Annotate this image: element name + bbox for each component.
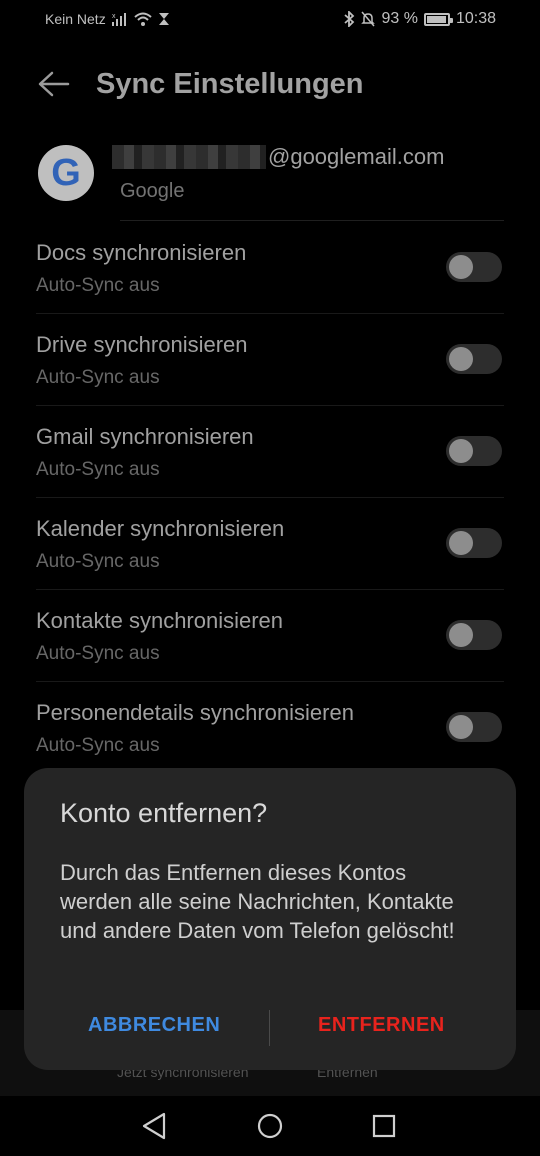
dialog-message: Durch das Entfernen dieses Kontos werden…: [60, 860, 455, 943]
dialog-title: Konto entfernen?: [60, 798, 268, 828]
square-recents-icon: [372, 1114, 396, 1138]
circle-home-icon: [257, 1113, 283, 1139]
triangle-back-icon: [142, 1112, 166, 1140]
nav-home-button[interactable]: [250, 1108, 290, 1144]
navigation-bar: [0, 1096, 540, 1156]
button-divider: [269, 1010, 270, 1046]
confirm-remove-button[interactable]: ENTFERNEN: [318, 1014, 445, 1037]
nav-recents-button[interactable]: [364, 1108, 404, 1144]
remove-account-dialog: Konto entfernen? Durch das Entfernen die…: [24, 768, 516, 1070]
cancel-button[interactable]: ABBRECHEN: [88, 1014, 220, 1037]
nav-back-button[interactable]: [134, 1108, 174, 1144]
